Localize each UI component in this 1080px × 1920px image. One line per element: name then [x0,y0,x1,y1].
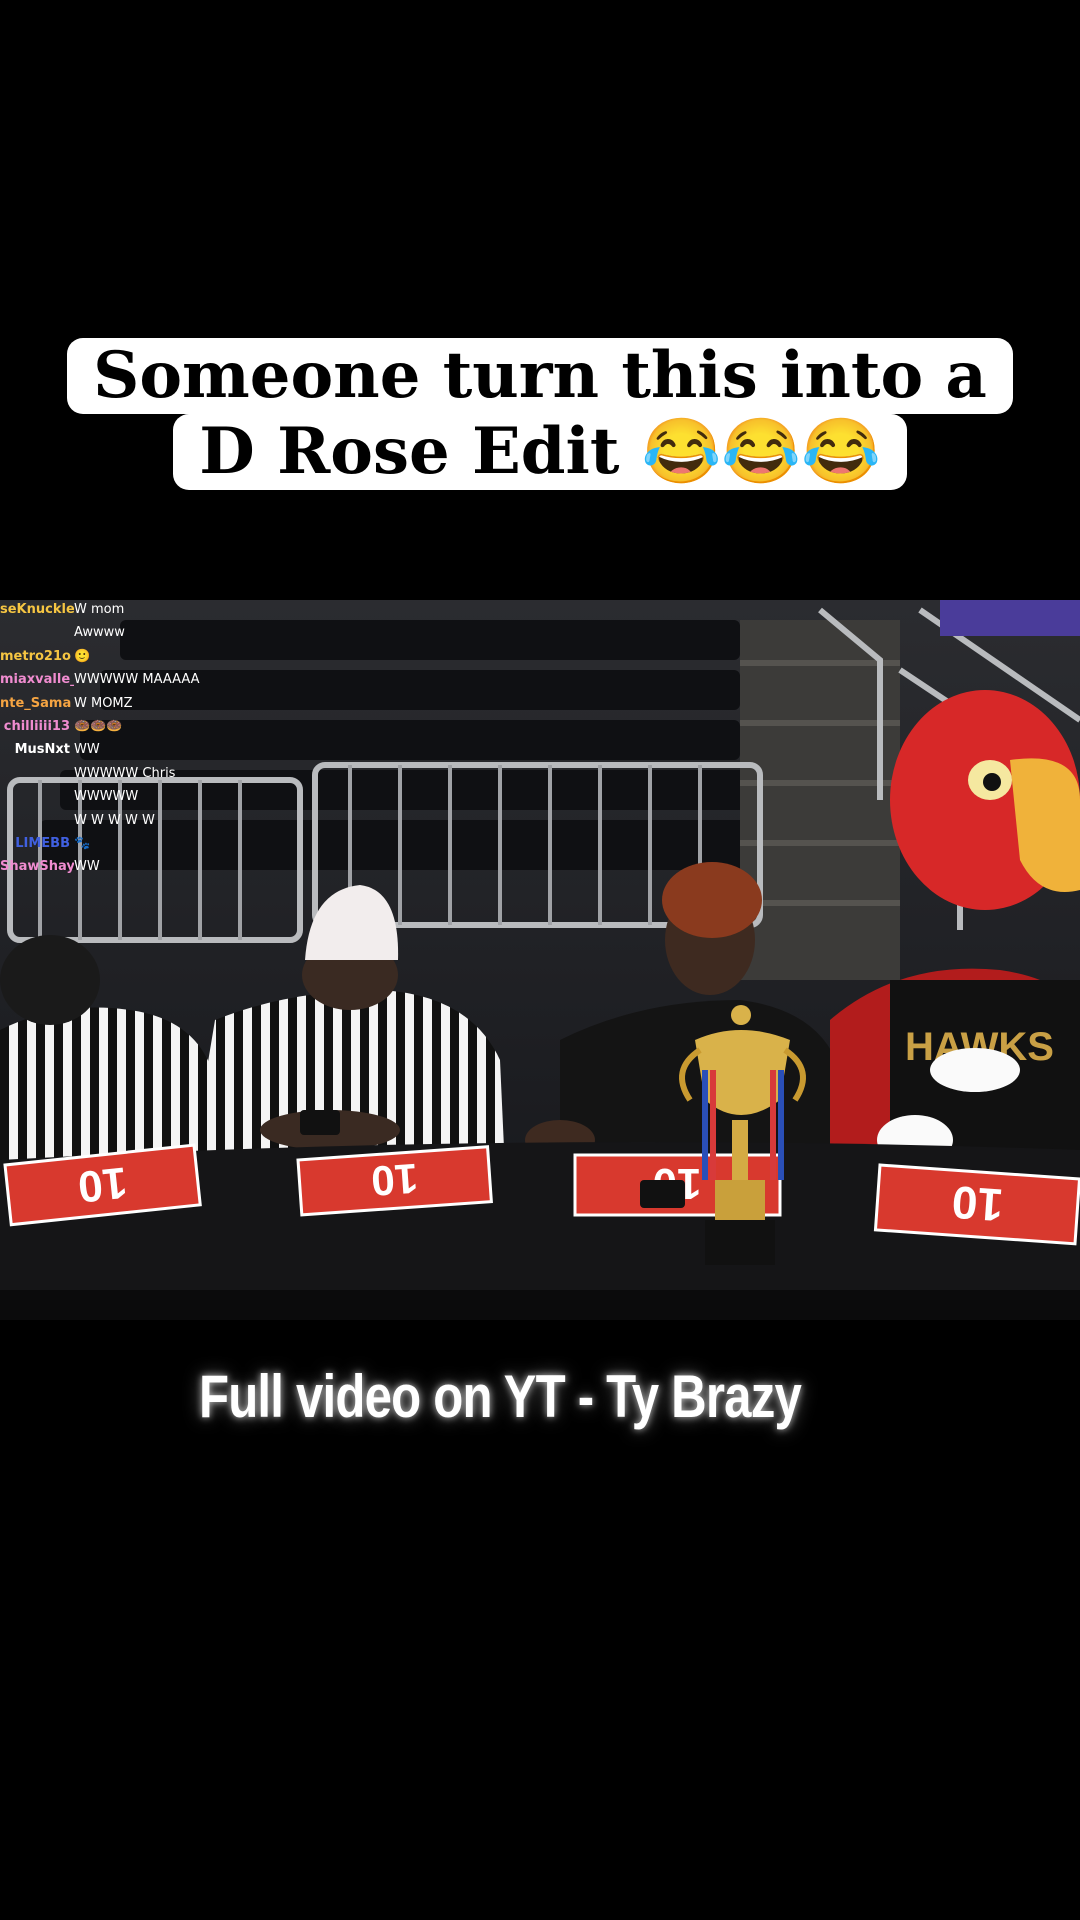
chat-username: seKnuckle [0,602,74,617]
chat-message: metro21o 🙂 [0,645,240,668]
chat-text: W mom [74,602,125,617]
sign-2: 10 [370,1155,420,1205]
chat-message: miaxvalle_ WWWWW MAAAAA [0,668,240,691]
chat-text: Awwww [74,625,125,641]
sign-4: 10 [950,1176,1005,1231]
chat-message: ShawShay1231WW [0,855,240,878]
chat-username: miaxvalle_ [0,672,74,688]
chat-text: WWWWW Chris [74,765,176,781]
chat-message: LIMEBB 🐾 [0,832,240,855]
arena-banner [940,600,1080,636]
caption-line-2: D Rose Edit 😂😂😂 [173,414,907,490]
caption: Someone turn this into a D Rose Edit 😂😂😂 [0,338,1080,490]
chat-message: seKnuckle W mom [0,598,240,621]
chat-message: Awwww [0,621,240,644]
live-chat-overlay: seKnuckle W mom Awwww metro21o 🙂 miaxvalle_ WW… [0,598,240,879]
phone-on-table [640,1180,685,1208]
chat-username: nte_Sama [0,695,72,711]
arena-stairs [740,620,900,980]
chat-username: chilliiii13 [3,719,70,735]
chat-text: W MOMZ [74,695,133,711]
chat-username: MusNxt [14,742,70,758]
chat-text: 🙂 [74,648,91,664]
chat-text: 🐾 [74,836,91,852]
chat-text: W W W W W [74,812,155,828]
chat-message: MusNxt WW [0,738,240,761]
subtitle-text: Full video on YT - Ty Brazy [198,1363,802,1430]
chat-text: WW [74,742,100,758]
caption-line-1: Someone turn this into a [67,338,1013,414]
chat-text: WWWWW MAAAAA [74,672,200,688]
chat-username: ShawShay1231 [0,859,74,875]
chat-message: chilliiii13 🍩🍩🍩 [0,715,240,738]
chat-message: W W W W W [0,809,240,832]
chat-text: WWWWW [74,789,139,805]
chat-username [0,762,74,785]
chat-message: WWWWW Chris [0,762,240,785]
chat-username [0,621,74,644]
chat-message: nte_Sama W MOMZ [0,692,240,715]
chat-text: WW [74,859,100,875]
chat-username [0,785,74,808]
chat-username: metro21o [0,648,71,664]
chat-message: WWWWW [0,785,240,808]
chat-username: LIMEBB [15,836,70,852]
sign-1: 10 [76,1157,130,1211]
chat-text: 🍩🍩🍩 [74,719,123,735]
chat-username [0,809,74,832]
